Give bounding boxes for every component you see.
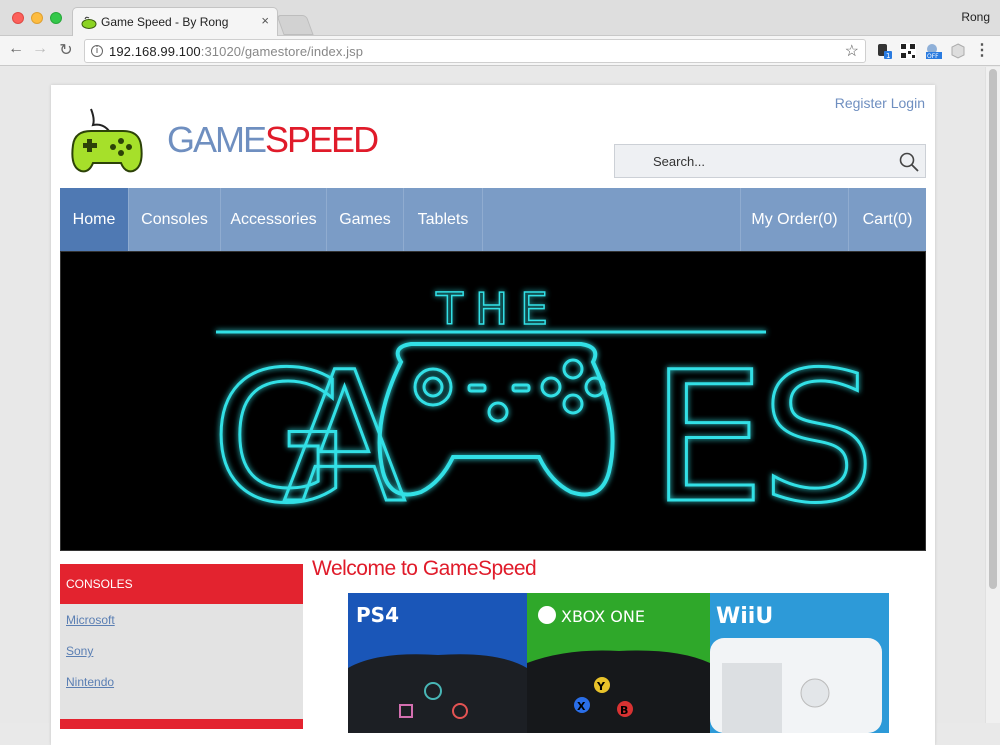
login-link[interactable]: Login (891, 95, 925, 111)
xbox-one-label: XBOX ONE (561, 607, 645, 626)
nav-games[interactable]: Games (327, 188, 404, 251)
nav-my-order[interactable]: My Order(0) (740, 188, 848, 251)
page-container: GAMESPEED Register Login Home Consoles A… (51, 85, 935, 745)
browser-titlebar: Game Speed - By Rong × Rong (0, 0, 1000, 37)
scrollbar-thumb[interactable] (989, 69, 997, 589)
xbox-b-button: B (620, 704, 628, 717)
reload-icon[interactable]: ↻ (56, 40, 76, 60)
browser-toolbar: ← → ↻ i 192.168.99.100:31020/gamestore/i… (0, 36, 1000, 66)
bookmark-star-icon[interactable]: ☆ (845, 41, 859, 61)
brand-title[interactable]: GAMESPEED (167, 119, 379, 161)
banner-letter-a: A (283, 334, 406, 543)
new-tab-button[interactable] (276, 15, 314, 35)
minimize-window-button[interactable] (31, 12, 43, 24)
games-neon-banner-image: THE G A E S (210, 283, 877, 544)
welcome-heading: Welcome to GameSpeed (312, 557, 537, 580)
svg-text:1: 1 (886, 52, 890, 59)
address-bar[interactable]: i 192.168.99.100:31020/gamestore/index.j… (84, 39, 866, 63)
banner-the-text: THE (435, 284, 560, 335)
xbox-one-panel[interactable]: XBOX ONE Y X B (527, 593, 710, 733)
page-scrollbar[interactable] (985, 67, 1000, 723)
sidebar-link-nintendo[interactable]: Nintendo (66, 675, 114, 689)
browser-menu-icon[interactable]: ⋮ (974, 40, 990, 60)
wii-u-label: WiiU (716, 604, 773, 629)
page-viewport: GAMESPEED Register Login Home Consoles A… (0, 67, 1000, 745)
url-host: 192.168.99.100 (109, 44, 201, 59)
consoles-showcase-image[interactable]: PS4 XBOX ONE Y X B WiiU (348, 593, 889, 733)
register-link[interactable]: Register (835, 95, 887, 111)
tab-title: Game Speed - By Rong (101, 15, 229, 29)
sidebar-link-microsoft[interactable]: Microsoft (66, 613, 115, 627)
tab-close-icon[interactable]: × (261, 13, 269, 28)
gamepad-logo-icon[interactable] (69, 105, 145, 177)
nav-tablets[interactable]: Tablets (404, 188, 483, 251)
sidebar-heading: CONSOLES (60, 564, 303, 604)
main-nav: Home Consoles Accessories Games Tablets … (60, 188, 926, 251)
back-icon[interactable]: ← (6, 40, 26, 58)
nav-cart[interactable]: Cart(0) (848, 188, 926, 251)
close-window-button[interactable] (12, 12, 24, 24)
nav-accessories[interactable]: Accessories (221, 188, 327, 251)
wii-u-panel[interactable]: WiiU (710, 593, 889, 733)
ps4-panel[interactable]: PS4 (348, 593, 527, 733)
sidebar-link-sony[interactable]: Sony (66, 644, 93, 658)
extension-off-icon[interactable]: OFF (924, 43, 942, 60)
browser-tab[interactable]: Game Speed - By Rong × (72, 7, 278, 37)
search-icon[interactable] (899, 152, 919, 172)
brand-part-speed: SPEED (265, 119, 379, 160)
extension-clip-icon[interactable]: 1 (876, 43, 892, 60)
search-box (614, 144, 926, 178)
nav-home[interactable]: Home (60, 188, 129, 251)
hero-banner[interactable]: THE G A E S (60, 251, 926, 551)
brand-part-game: GAME (167, 119, 267, 160)
category-sidebar: CONSOLES Microsoft Sony Nintendo (60, 564, 303, 724)
gamepad-favicon-icon (81, 16, 97, 29)
search-input[interactable] (615, 145, 885, 177)
sidebar-second-heading (60, 719, 303, 729)
banner-letter-s: S (761, 334, 875, 543)
xbox-y-button: Y (596, 680, 606, 693)
forward-icon[interactable]: → (30, 40, 50, 58)
extension-shield-icon[interactable] (950, 43, 966, 59)
url-path: :31020/gamestore/index.jsp (200, 44, 364, 59)
xbox-x-button: X (577, 700, 586, 713)
banner-letter-e: E (651, 334, 765, 543)
qr-code-icon[interactable] (900, 43, 916, 59)
maximize-window-button[interactable] (50, 12, 62, 24)
url-text[interactable]: 192.168.99.100:31020/gamestore/index.jsp (109, 44, 363, 59)
nav-consoles[interactable]: Consoles (129, 188, 221, 251)
svg-text:OFF: OFF (927, 53, 939, 59)
ps4-label: PS4 (356, 603, 399, 627)
profile-name[interactable]: Rong (961, 10, 990, 24)
site-info-icon[interactable]: i (91, 45, 103, 57)
auth-links: Register Login (835, 95, 925, 111)
